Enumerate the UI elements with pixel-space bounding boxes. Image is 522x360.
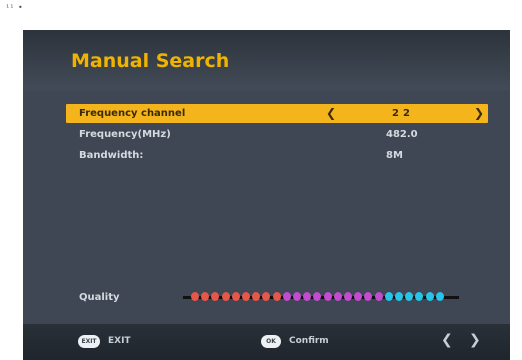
- quality-dot: [211, 292, 220, 301]
- quality-dot: [405, 292, 414, 301]
- exit-label: EXIT: [108, 336, 131, 346]
- quality-dot: [191, 292, 199, 301]
- quality-dot: [435, 292, 444, 301]
- settings-menu: Frequency channel ❮ 22 ❯ Frequency(MHz) …: [66, 104, 488, 167]
- quality-dot: [374, 292, 383, 301]
- bandwidth-label: Bandwidth:: [79, 150, 144, 161]
- footer-bar: EXIT EXIT OK Confirm ❮ ❯: [23, 324, 510, 360]
- quality-label: Quality: [79, 292, 120, 303]
- frequency-channel-label: Frequency channel: [79, 108, 186, 119]
- page-title: Manual Search: [71, 50, 230, 72]
- tv-menu-screen: Manual Search Frequency channel ❮ 22 ❯ F…: [23, 30, 510, 360]
- frequency-channel-value: 22: [392, 108, 414, 119]
- quality-dot: [313, 292, 322, 301]
- quality-dot: [262, 292, 271, 301]
- quality-dot: [282, 292, 291, 301]
- quality-dot: [242, 292, 250, 301]
- quality-dot: [293, 292, 301, 301]
- quality-dot: [201, 292, 210, 301]
- exit-key-icon[interactable]: EXIT: [78, 335, 100, 348]
- chevron-left-icon[interactable]: ❮: [326, 106, 336, 120]
- quality-dot: [231, 292, 240, 301]
- chevron-right-icon[interactable]: ❯: [469, 332, 481, 348]
- menu-row-bandwidth[interactable]: Bandwidth: 8M: [66, 146, 488, 165]
- quality-dot: [252, 292, 261, 301]
- quality-dot: [221, 292, 230, 301]
- quality-dot: [364, 292, 373, 301]
- chevron-left-icon[interactable]: ❮: [441, 332, 453, 348]
- quality-dot: [425, 292, 434, 301]
- quality-dot: [272, 292, 281, 301]
- corner-mark: ¹¹ •: [6, 3, 24, 12]
- quality-meter: [183, 291, 459, 303]
- chevron-right-icon[interactable]: ❯: [474, 106, 484, 120]
- quality-dot: [415, 292, 424, 301]
- quality-dot: [303, 292, 312, 301]
- frequency-mhz-value: 482.0: [386, 129, 418, 140]
- quality-dot: [384, 292, 393, 301]
- confirm-label: Confirm: [289, 336, 329, 346]
- quality-dot: [333, 292, 342, 301]
- quality-dot: [344, 292, 352, 301]
- title-bar: Manual Search: [23, 30, 510, 90]
- quality-dot: [354, 292, 363, 301]
- frequency-mhz-label: Frequency(MHz): [79, 129, 171, 140]
- bandwidth-value: 8M: [386, 150, 403, 161]
- ok-key-icon[interactable]: OK: [261, 335, 281, 348]
- quality-dot: [323, 292, 332, 301]
- menu-row-frequency-channel[interactable]: Frequency channel ❮ 22 ❯: [66, 104, 488, 123]
- menu-row-frequency-mhz[interactable]: Frequency(MHz) 482.0: [66, 125, 488, 144]
- quality-dot: [395, 292, 403, 301]
